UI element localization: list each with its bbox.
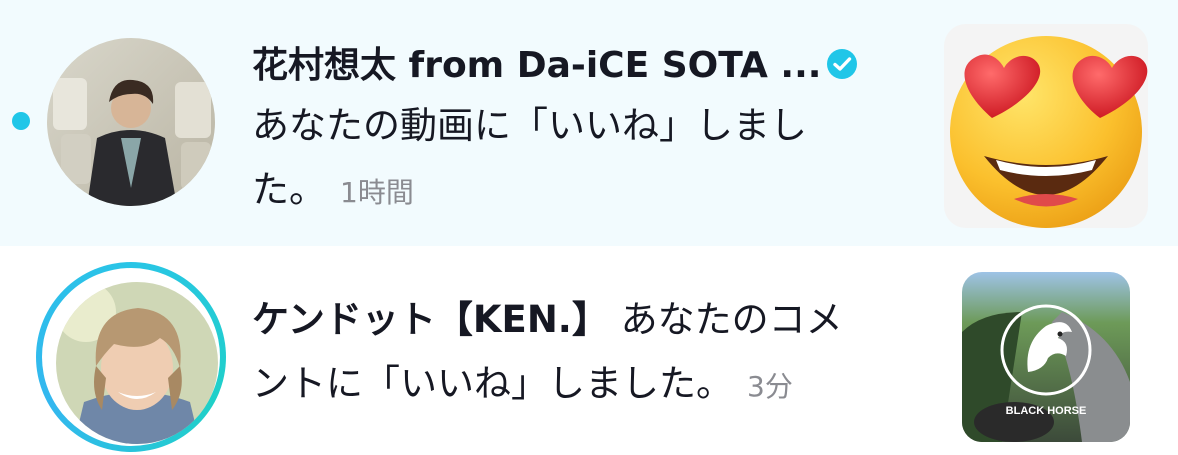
message-line: ントに「いいね」しました。: [252, 362, 733, 405]
video-thumbnail[interactable]: BLACK HORSE: [962, 272, 1130, 442]
story-ring[interactable]: [36, 262, 226, 452]
verified-badge-icon: [825, 42, 859, 79]
timestamp: 3分: [747, 370, 793, 403]
notification-message: あなたの動画に「いいね」しまし た。 1時間: [252, 94, 892, 225]
notification-text: 花村想太 from Da-iCE SOTA ... あなたの動画に「いいね」しま…: [252, 38, 892, 225]
timestamp: 1時間: [340, 176, 414, 209]
heart-eyes-emoji-icon: [944, 24, 1148, 228]
username-link[interactable]: 花村想太 from Da-iCE SOTA ...: [252, 38, 892, 94]
video-thumbnail[interactable]: [944, 24, 1148, 228]
notification-text: ケンドット【KEN.】 あなたのコメ ントに「いいね」しました。 3分: [252, 288, 922, 419]
username[interactable]: ケンドット【KEN.】: [252, 298, 609, 341]
username[interactable]: 花村想太 from Da-iCE SOTA ...: [252, 45, 821, 86]
notification-message: ケンドット【KEN.】 あなたのコメ ントに「いいね」しました。 3分: [252, 288, 922, 419]
message-line: た。: [252, 168, 326, 211]
message-line: あなたのコメ: [608, 298, 843, 341]
notification-row[interactable]: 花村想太 from Da-iCE SOTA ... あなたの動画に「いいね」しま…: [0, 0, 1178, 246]
unread-indicator: [12, 112, 30, 130]
avatar[interactable]: [47, 38, 215, 206]
brand-label: BLACK HORSE: [1006, 405, 1087, 417]
avatar[interactable]: [56, 282, 218, 444]
story-ring-gap: [42, 268, 220, 446]
message-line: あなたの動画に「いいね」しまし: [252, 104, 807, 147]
